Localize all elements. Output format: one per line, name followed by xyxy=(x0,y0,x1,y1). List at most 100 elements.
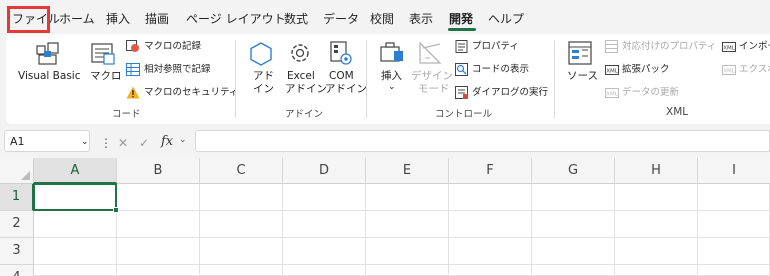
fx-dropdown-icon[interactable]: ⌄ xyxy=(179,135,187,145)
record-macro-icon[interactable] xyxy=(126,40,140,53)
tab-home[interactable]: ホーム xyxy=(59,11,95,27)
excel-addins-line1[interactable]: Excel xyxy=(287,70,315,83)
cell-b3[interactable] xyxy=(117,238,200,265)
cell-i4[interactable] xyxy=(698,265,770,276)
tab-formulas[interactable]: 数式 xyxy=(284,11,308,27)
cell-e4[interactable] xyxy=(366,265,449,276)
cancel-icon[interactable]: ✕ xyxy=(118,136,128,150)
cell-f3[interactable] xyxy=(449,238,532,265)
excel-addins-line2[interactable]: アドイン xyxy=(285,83,327,96)
cell-h1[interactable] xyxy=(615,184,698,211)
row-header-2[interactable]: 2 xyxy=(0,211,34,238)
addins-button-line1[interactable]: アド xyxy=(253,70,274,83)
tab-help[interactable]: ヘルプ xyxy=(488,11,524,27)
record-macro-button[interactable]: マクロの記録 xyxy=(144,41,201,53)
warning-icon[interactable] xyxy=(126,86,140,99)
expansion-packs-icon[interactable]: XML xyxy=(605,63,619,76)
expansion-packs-button[interactable]: 拡張パック xyxy=(622,64,670,76)
cell-c4[interactable] xyxy=(200,265,283,276)
worksheet-grid[interactable]: A B C D E F G H I 1 2 3 4 xyxy=(0,158,770,276)
cell-b4[interactable] xyxy=(117,265,200,276)
visual-basic-icon[interactable] xyxy=(35,40,61,66)
view-code-button[interactable]: コードの表示 xyxy=(472,64,529,76)
run-dialog-button[interactable]: ダイアログの実行 xyxy=(472,87,548,99)
cell-e1[interactable] xyxy=(366,184,449,211)
column-header-e[interactable]: E xyxy=(366,158,449,184)
fill-handle[interactable] xyxy=(113,207,119,213)
row-header-3[interactable]: 3 xyxy=(0,238,34,265)
cell-d2[interactable] xyxy=(283,211,366,238)
macro-button[interactable]: マクロ xyxy=(90,70,122,83)
column-header-a[interactable]: A xyxy=(34,158,117,184)
cell-h4[interactable] xyxy=(615,265,698,276)
column-header-c[interactable]: C xyxy=(200,158,283,184)
tab-developer[interactable]: 開発 xyxy=(449,11,473,27)
properties-button[interactable]: プロパティ xyxy=(472,41,519,53)
cell-a3[interactable] xyxy=(34,238,117,265)
tab-review[interactable]: 校閲 xyxy=(370,11,394,27)
cell-b2[interactable] xyxy=(117,211,200,238)
cell-c3[interactable] xyxy=(200,238,283,265)
addins-icon[interactable] xyxy=(248,41,274,67)
select-all-button[interactable] xyxy=(0,158,34,184)
cell-g2[interactable] xyxy=(532,211,615,238)
row-header-4[interactable]: 4 xyxy=(0,265,34,276)
addins-button-line2[interactable]: イン xyxy=(253,83,274,96)
cell-f4[interactable] xyxy=(449,265,532,276)
cell-d4[interactable] xyxy=(283,265,366,276)
run-dialog-icon[interactable] xyxy=(455,86,468,99)
cell-g1[interactable] xyxy=(532,184,615,211)
tab-page-layout[interactable]: ページ レイアウト xyxy=(186,11,286,27)
gear-icon[interactable] xyxy=(287,40,313,66)
tab-draw[interactable]: 描画 xyxy=(145,11,169,27)
relative-reference-button[interactable]: 相対参照で記録 xyxy=(144,64,211,76)
insert-control-icon[interactable] xyxy=(379,41,405,65)
cell-i1[interactable] xyxy=(698,184,770,211)
cell-i2[interactable] xyxy=(698,211,770,238)
xml-source-button[interactable]: ソース xyxy=(567,70,598,83)
formula-input[interactable] xyxy=(195,130,770,152)
cell-d3[interactable] xyxy=(283,238,366,265)
cell-f1[interactable] xyxy=(449,184,532,211)
column-header-f[interactable]: F xyxy=(449,158,532,184)
insert-dropdown-icon[interactable]: ⌄ xyxy=(388,81,396,94)
column-header-g[interactable]: G xyxy=(532,158,615,184)
name-box[interactable]: A1 ⌄ xyxy=(4,130,90,152)
cell-e3[interactable] xyxy=(366,238,449,265)
cell-c2[interactable] xyxy=(200,211,283,238)
row-header-1[interactable]: 1 xyxy=(0,184,34,211)
active-cell-a1[interactable] xyxy=(33,183,117,211)
cell-g4[interactable] xyxy=(532,265,615,276)
insert-function-button[interactable]: fx xyxy=(161,134,173,149)
xml-source-icon[interactable] xyxy=(567,40,593,66)
column-header-i[interactable]: I xyxy=(698,158,770,184)
cell-g3[interactable] xyxy=(532,238,615,265)
view-code-icon[interactable] xyxy=(455,63,468,76)
import-icon[interactable]: XML xyxy=(722,40,736,53)
enter-icon[interactable]: ✓ xyxy=(139,136,149,150)
cell-d1[interactable] xyxy=(283,184,366,211)
cell-h2[interactable] xyxy=(615,211,698,238)
tab-insert[interactable]: 挿入 xyxy=(106,11,130,27)
column-header-d[interactable]: D xyxy=(283,158,366,184)
relative-reference-icon[interactable] xyxy=(126,63,140,76)
com-addins-line1[interactable]: COM xyxy=(329,70,354,83)
column-header-b[interactable]: B xyxy=(117,158,200,184)
tab-view[interactable]: 表示 xyxy=(409,11,433,27)
visual-basic-button[interactable]: Visual Basic xyxy=(18,70,80,83)
tab-data[interactable]: データ xyxy=(323,11,359,27)
cell-f2[interactable] xyxy=(449,211,532,238)
com-addins-icon[interactable] xyxy=(329,40,353,66)
name-box-dropdown-icon[interactable]: ⌄ xyxy=(81,137,89,147)
cell-b1[interactable] xyxy=(117,184,200,211)
cell-h3[interactable] xyxy=(615,238,698,265)
cell-c1[interactable] xyxy=(200,184,283,211)
more-options-icon[interactable]: ⋮ xyxy=(100,136,112,150)
properties-icon[interactable] xyxy=(455,40,468,53)
cell-a4[interactable] xyxy=(34,265,117,276)
import-button[interactable]: インポー xyxy=(739,41,770,53)
macro-security-button[interactable]: マクロのセキュリティ xyxy=(144,87,238,99)
cell-a2[interactable] xyxy=(34,211,117,238)
cell-e2[interactable] xyxy=(366,211,449,238)
macro-icon[interactable] xyxy=(90,40,116,66)
